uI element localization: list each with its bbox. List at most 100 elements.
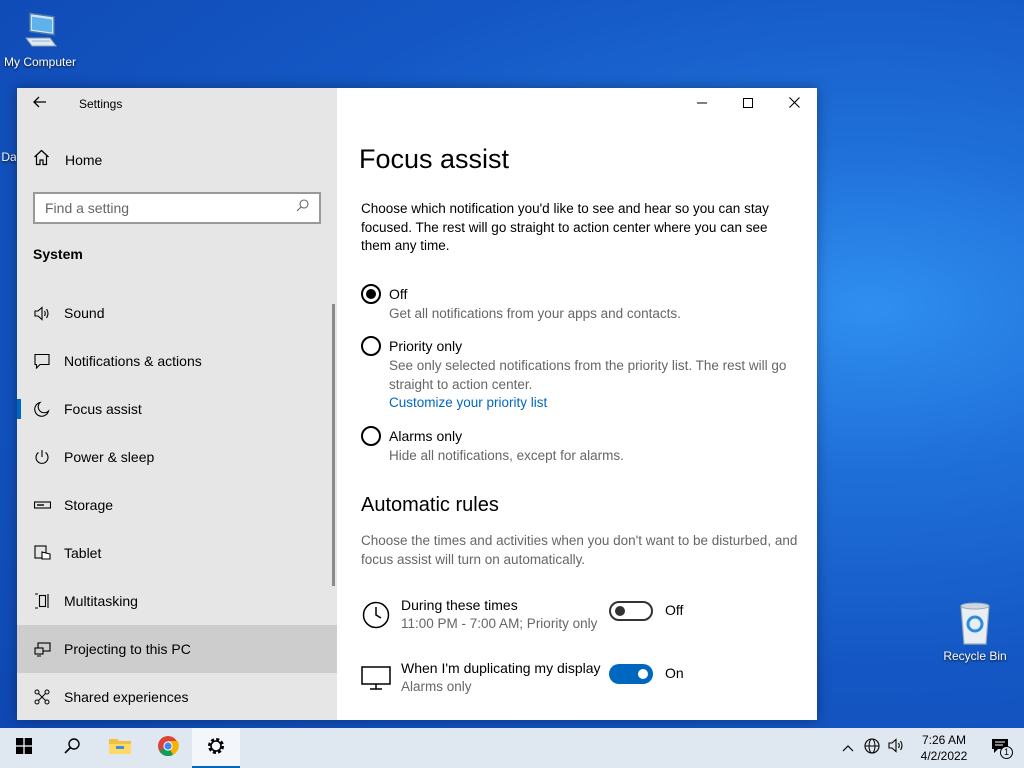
system-tray: 7:26 AM 4/2/2022 1	[836, 728, 1024, 768]
radio-option-priority-only[interactable]: Priority only See only selected notifica…	[361, 336, 799, 410]
home-icon	[33, 149, 50, 171]
sidebar-item-storage[interactable]: Storage	[17, 481, 337, 529]
tablet-icon	[33, 544, 51, 562]
desktop-icon-label: Recycle Bin	[943, 649, 1007, 663]
chrome-icon	[157, 735, 179, 762]
radio-description: Hide all notifications, except for alarm…	[389, 448, 624, 463]
titlebar: Settings	[17, 88, 337, 120]
sidebar-item-label: Power & sleep	[64, 449, 155, 465]
search-icon	[64, 737, 80, 759]
radio-label: Priority only	[389, 338, 463, 354]
home-nav-item[interactable]: Home	[17, 142, 337, 178]
radio-description: Get all notifications from your apps and…	[389, 306, 681, 321]
folder-icon	[108, 736, 132, 761]
power-icon	[33, 448, 51, 466]
radio-option-off[interactable]: Off Get all notifications from your apps…	[361, 284, 799, 324]
file-explorer-button[interactable]	[96, 728, 144, 768]
start-button[interactable]	[0, 728, 48, 768]
minimize-button[interactable]	[679, 88, 725, 120]
search-taskbar-button[interactable]	[48, 728, 96, 768]
section-title: System	[33, 246, 83, 262]
projecting-icon	[33, 640, 51, 658]
clock-icon	[361, 600, 391, 630]
sidebar-item-label: Sound	[64, 305, 105, 321]
sidebar-item-sound[interactable]: Sound	[17, 289, 337, 337]
rule-duplicating-display[interactable]: When I'm duplicating my display Alarms o…	[361, 659, 801, 703]
close-icon	[788, 95, 800, 113]
notification-count-badge: 1	[1000, 746, 1013, 759]
search-input[interactable]	[45, 200, 296, 216]
radio-button-checked[interactable]	[361, 284, 381, 304]
network-button[interactable]	[860, 728, 884, 768]
sidebar-item-focus-assist[interactable]: Focus assist	[17, 385, 337, 433]
sidebar-item-power-sleep[interactable]: Power & sleep	[17, 433, 337, 481]
chevron-up-icon	[842, 739, 854, 757]
maximize-icon	[743, 95, 753, 113]
caption-buttons	[679, 88, 817, 120]
storage-icon	[33, 496, 51, 514]
rule-subtitle: 11:00 PM - 7:00 AM; Priority only	[401, 616, 598, 631]
toggle-state-label: Off	[665, 602, 684, 618]
back-arrow-icon	[33, 95, 47, 113]
chrome-button[interactable]	[144, 728, 192, 768]
sidebar-item-label: Shared experiences	[64, 689, 189, 705]
sidebar-item-label: Projecting to this PC	[64, 641, 191, 657]
rule-toggle-off[interactable]	[609, 601, 653, 621]
sidebar-item-tablet[interactable]: Tablet	[17, 529, 337, 577]
page-description: Choose which notification you'd like to …	[361, 201, 769, 253]
page-title: Focus assist	[359, 144, 510, 174]
sidebar-item-projecting[interactable]: Projecting to this PC	[17, 625, 337, 673]
minimize-icon	[697, 95, 707, 113]
radio-button[interactable]	[361, 426, 381, 446]
sidebar-scrollbar[interactable]	[332, 304, 335, 586]
rule-toggle-on[interactable]	[609, 664, 653, 684]
content-pane: Focus assist Choose which notification y…	[337, 88, 817, 720]
partial-desktop-icon: Da	[2, 150, 16, 164]
action-center-icon: 1	[991, 738, 1013, 759]
app-title: Settings	[79, 97, 123, 111]
close-button[interactable]	[771, 88, 817, 120]
rule-name: When I'm duplicating my display	[401, 660, 601, 676]
automatic-rules-description: Choose the times and activities when you…	[361, 533, 798, 567]
radio-description: See only selected notifications from the…	[389, 358, 787, 392]
maximize-button[interactable]	[725, 88, 771, 120]
settings-taskbar-button[interactable]	[192, 728, 240, 768]
gear-icon	[206, 736, 226, 761]
sidebar-item-notifications[interactable]: Notifications & actions	[17, 337, 337, 385]
search-box[interactable]	[33, 192, 321, 224]
desktop-icon-my-computer[interactable]: My Computer	[0, 8, 80, 69]
moon-icon	[33, 400, 51, 418]
rule-during-these-times[interactable]: During these times 11:00 PM - 7:00 AM; P…	[361, 596, 801, 640]
taskbar-clock[interactable]: 7:26 AM 4/2/2022	[908, 732, 980, 764]
action-center-button[interactable]: 1	[980, 728, 1024, 768]
clock-date: 4/2/2022	[920, 749, 968, 763]
volume-button[interactable]	[884, 728, 908, 768]
rule-name: During these times	[401, 597, 518, 613]
shared-experiences-icon	[33, 688, 51, 706]
desktop-icon-partial[interactable]: Da	[2, 150, 16, 164]
desktop-icon-recycle-bin[interactable]: Recycle Bin	[940, 600, 1010, 663]
recycle-bin-icon	[955, 600, 995, 649]
search-icon[interactable]	[296, 199, 309, 217]
sidebar-item-multitasking[interactable]: Multitasking	[17, 577, 337, 625]
computer-icon	[20, 8, 60, 55]
radio-label: Alarms only	[389, 428, 463, 444]
customize-priority-list-link[interactable]: Customize your priority list	[389, 395, 799, 410]
globe-network-icon	[864, 737, 880, 759]
taskbar: 7:26 AM 4/2/2022 1	[0, 728, 1024, 768]
home-label: Home	[65, 152, 103, 168]
speaker-icon	[33, 304, 51, 322]
show-hidden-icons-button[interactable]	[836, 728, 860, 768]
sidebar-item-shared-experiences[interactable]: Shared experiences	[17, 673, 337, 720]
back-button[interactable]	[17, 88, 63, 120]
radio-button[interactable]	[361, 336, 381, 356]
radio-label: Off	[389, 286, 408, 302]
sidebar-item-label: Multitasking	[64, 593, 138, 609]
radio-option-alarms-only[interactable]: Alarms only Hide all notifications, exce…	[361, 426, 799, 466]
clock-time: 7:26 AM	[921, 733, 967, 747]
sidebar-item-label: Tablet	[64, 545, 102, 561]
sidebar: Settings Home System Sound	[17, 88, 337, 720]
sidebar-nav: Sound Notifications & actions Focus assi…	[17, 289, 337, 720]
sidebar-item-label: Storage	[64, 497, 114, 513]
toggle-state-label: On	[665, 665, 684, 681]
